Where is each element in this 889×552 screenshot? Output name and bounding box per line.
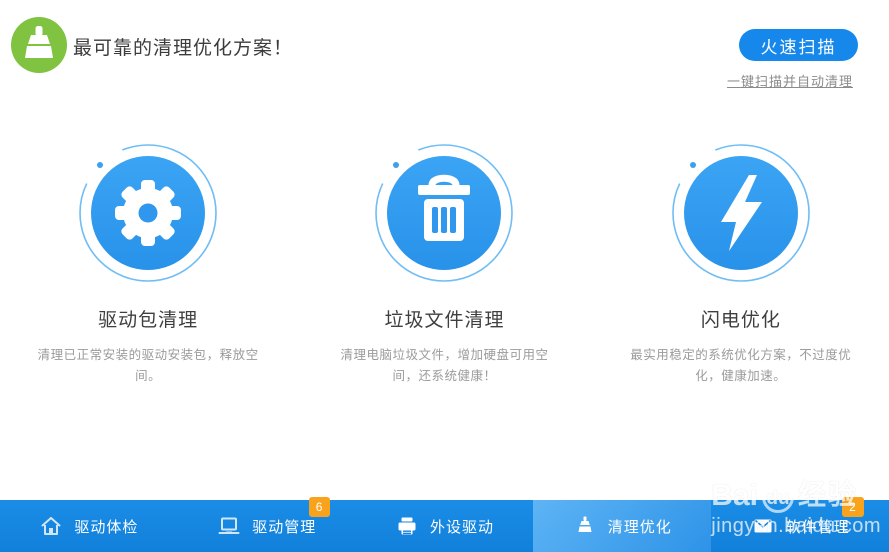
gear-icon: [115, 180, 181, 246]
feature-row: 驱动包清理 清理已正常安装的驱动安装包，释放空间。 垃圾文件清理 清理电脑垃圾文…: [0, 138, 889, 388]
auto-clean-link[interactable]: 一键扫描并自动清理: [727, 71, 853, 90]
feature-title: 驱动包清理: [98, 305, 198, 332]
tab-label: 驱动体检: [74, 516, 138, 537]
brush-icon: [11, 17, 67, 73]
driver-package-clean-button[interactable]: [73, 138, 223, 288]
envelope-icon: [751, 514, 775, 538]
junk-file-clean-button[interactable]: [369, 138, 519, 288]
feature-description: 最实用稳定的系统优化方案，不过度优化，健康加速。: [625, 345, 857, 388]
tab-software-management[interactable]: 软件管理 2: [711, 500, 889, 552]
feature-junk-file-clean: 垃圾文件清理 清理电脑垃圾文件，增加硬盘可用空间，还系统健康！: [296, 138, 592, 388]
lightning-optimize-button[interactable]: [666, 138, 816, 288]
software-management-badge: 2: [842, 497, 864, 517]
cleaner-app-icon: [11, 17, 67, 73]
bottom-navbar: 驱动体检 驱动管理 6 外设驱动 清理优化: [0, 500, 889, 552]
tab-driver-checkup[interactable]: 驱动体检: [0, 500, 178, 552]
feature-lightning-optimize: 闪电优化 最实用稳定的系统优化方案，不过度优化，健康加速。: [593, 138, 889, 388]
home-icon: [39, 514, 63, 538]
laptop-icon: [217, 514, 241, 538]
tab-label: 驱动管理: [252, 516, 316, 537]
tab-peripheral-drivers[interactable]: 外设驱动: [356, 500, 534, 552]
driver-management-badge: 6: [309, 497, 331, 517]
paw-icon: [775, 451, 811, 477]
header-slogan: 最可靠的清理优化方案！: [73, 33, 293, 60]
printer-icon: [395, 514, 419, 538]
tab-driver-management[interactable]: 驱动管理 6: [178, 500, 356, 552]
quick-scan-button[interactable]: 火速扫描: [739, 29, 858, 61]
trash-icon: [418, 178, 470, 241]
feature-driver-package-clean: 驱动包清理 清理已正常安装的驱动安装包，释放空间。: [0, 138, 296, 388]
feature-title: 垃圾文件清理: [384, 305, 504, 332]
tab-label: 外设驱动: [430, 516, 494, 537]
brush-icon: [573, 514, 597, 538]
feature-description: 清理电脑垃圾文件，增加硬盘可用空间，还系统健康！: [328, 345, 560, 388]
tab-label: 软件管理: [786, 516, 850, 537]
tab-clean-optimize[interactable]: 清理优化: [533, 500, 711, 552]
feature-title: 闪电优化: [701, 305, 781, 332]
tab-label: 清理优化: [608, 516, 672, 537]
feature-description: 清理已正常安装的驱动安装包，释放空间。: [32, 345, 264, 388]
